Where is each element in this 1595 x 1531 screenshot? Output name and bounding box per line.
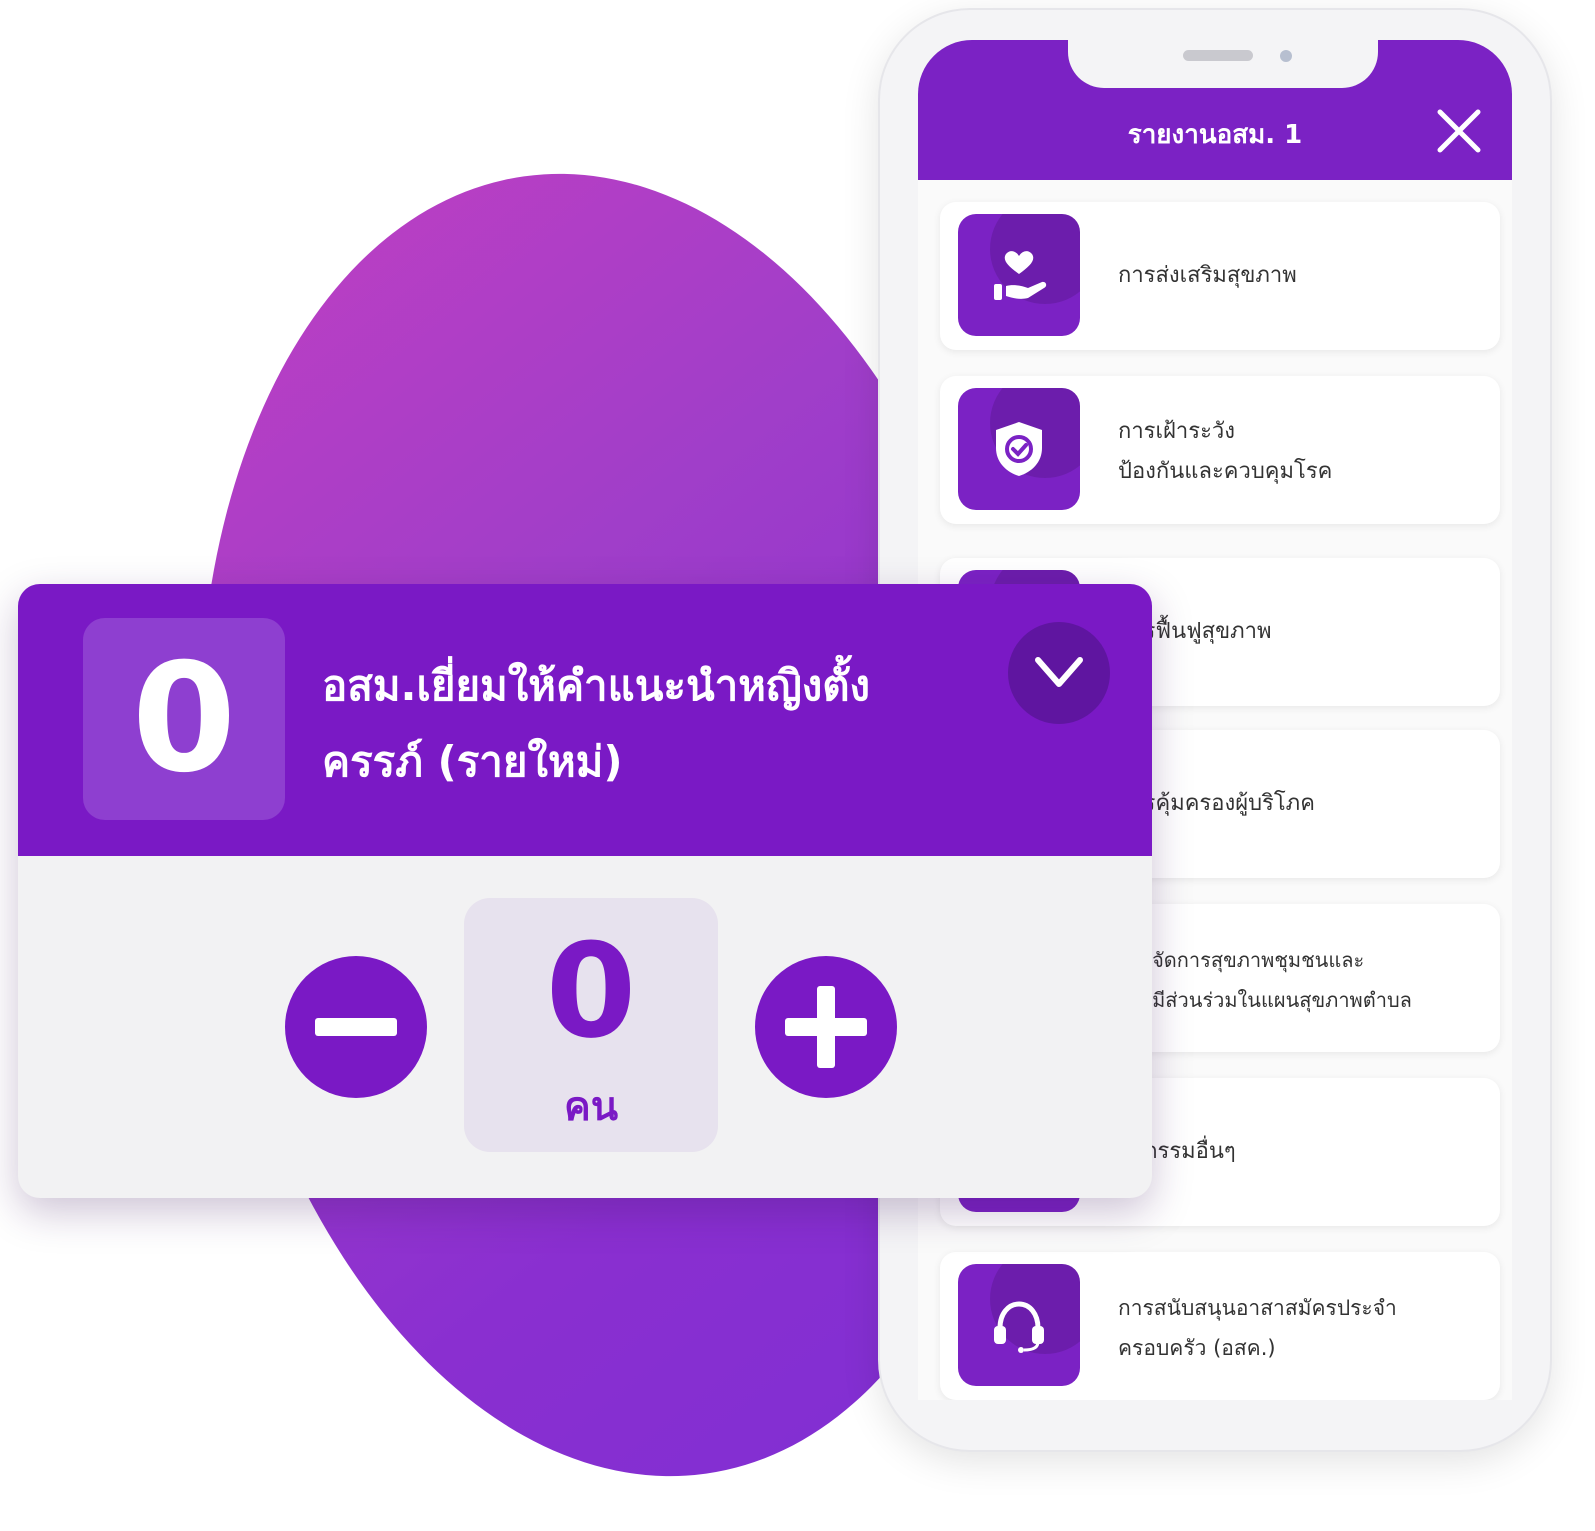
phone-notch (1068, 40, 1378, 88)
plus-icon (785, 986, 867, 1068)
counter-card: 0 อสม.เยี่ยมให้คำแนะนำหญิงตั้งครรภ์ (ราย… (18, 584, 1152, 1198)
card-header: 0 อสม.เยี่ยมให้คำแนะนำหญิงตั้งครรภ์ (ราย… (18, 584, 1152, 856)
close-button[interactable] (1434, 106, 1484, 156)
heart-hand-icon (958, 214, 1080, 336)
list-item-disease-surveillance[interactable]: การเฝ้าระวัง ป้องกันและควบคุมโรค (940, 376, 1500, 524)
card-title: อสม.เยี่ยมให้คำแนะนำหญิงตั้งครรภ์ (รายให… (322, 661, 871, 786)
camera-icon (1280, 50, 1292, 62)
screen-title: รายงานอสม. 1 (1127, 120, 1303, 150)
phone-header: รายงานอสม. 1 (918, 40, 1512, 180)
quantity-unit: คน (563, 1084, 619, 1130)
list-item-label: การส่งเสริมสุขภาพ (1118, 263, 1297, 288)
close-icon (1437, 109, 1481, 153)
headset-icon (958, 1264, 1080, 1386)
speaker-icon (1183, 50, 1253, 61)
quantity-value: 0 (545, 915, 637, 1067)
expand-button[interactable] (1008, 622, 1110, 724)
minus-icon (315, 1018, 397, 1036)
chevron-down-icon (1035, 657, 1083, 687)
list-item-family-volunteer[interactable]: การสนับสนุนอาสาสมัครประจำ ครอบครัว (อสค.… (940, 1252, 1500, 1400)
shield-check-icon (958, 388, 1080, 510)
list-item-label: การจัดการสุขภาพชุมชนและ การมีส่วนร่วมในแ… (1118, 948, 1412, 1012)
list-item-health-promotion[interactable]: การส่งเสริมสุขภาพ (940, 202, 1500, 350)
quantity-display: 0 คน (464, 898, 718, 1152)
list-item-label: การเฝ้าระวัง ป้องกันและควบคุมโรค (1118, 419, 1333, 484)
decrement-button[interactable] (285, 956, 427, 1098)
list-item-label: การสนับสนุนอาสาสมัครประจำ ครอบครัว (อสค.… (1118, 1296, 1397, 1360)
increment-button[interactable] (755, 956, 897, 1098)
count-badge: 0 (83, 618, 285, 820)
